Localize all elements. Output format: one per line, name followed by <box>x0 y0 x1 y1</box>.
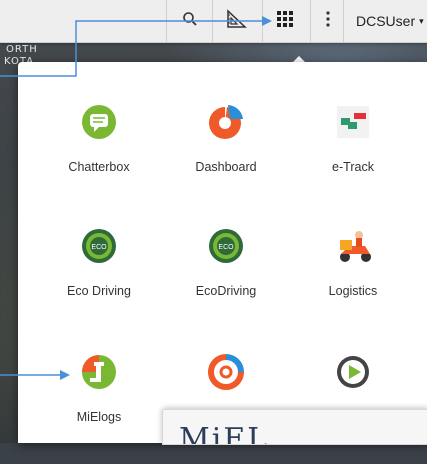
svg-text:ECO: ECO <box>91 244 107 251</box>
user-menu-button[interactable]: DCSUser ▾ <box>343 0 427 42</box>
eco-wheel-icon: ECO <box>81 228 117 264</box>
delivery-scooter-icon <box>335 228 371 264</box>
app-chatterbox[interactable]: Chatterbox <box>39 104 159 214</box>
svg-text:ECO: ECO <box>218 244 234 251</box>
caret-down-icon: ▾ <box>419 15 424 26</box>
ruler-triangle-icon <box>225 8 247 34</box>
map-label: ORTH <box>6 44 38 55</box>
search-button[interactable] <box>166 0 213 42</box>
app-label: e-Track <box>332 160 374 174</box>
dashboard-pie-icon <box>208 104 244 140</box>
chat-bubble-icon <box>81 104 117 140</box>
app-label: EcoDriving <box>195 284 257 298</box>
window-title: MiEL <box>179 422 270 445</box>
play-reel-icon <box>335 354 371 390</box>
app-label: Eco Driving <box>67 284 131 298</box>
more-vertical-icon <box>325 10 330 32</box>
apps-button[interactable] <box>262 0 307 42</box>
app-label: Chatterbox <box>68 160 130 174</box>
gauge-icon <box>208 354 244 390</box>
mielogs-icon <box>81 354 117 390</box>
top-toolbar: DCSUser ▾ <box>0 0 427 43</box>
app-label: Logistics <box>328 284 378 298</box>
eco-wheel-icon: ECO <box>208 228 244 264</box>
more-options-button[interactable] <box>310 0 344 42</box>
mielogs-window[interactable]: MiEL <box>162 409 427 445</box>
app-label: MiElogs <box>76 410 122 424</box>
app-e-track[interactable]: e-Track <box>293 104 413 214</box>
app-mielogs[interactable]: MiElogs <box>39 354 159 464</box>
app-eco-driving[interactable]: ECO Eco Driving <box>39 228 159 338</box>
measure-button[interactable] <box>212 0 259 42</box>
search-icon <box>182 11 198 32</box>
apps-panel: Chatterbox Dashboard e-Track ECO Eco Dri… <box>18 62 427 443</box>
user-name: DCSUser <box>356 13 416 29</box>
app-dashboard[interactable]: Dashboard <box>166 104 286 214</box>
app-ecodriving[interactable]: ECO EcoDriving <box>166 228 286 338</box>
etrack-icon <box>335 104 371 140</box>
app-label: Dashboard <box>195 160 257 174</box>
app-logistics[interactable]: Logistics <box>293 228 413 338</box>
apps-grid-icon <box>276 10 294 33</box>
